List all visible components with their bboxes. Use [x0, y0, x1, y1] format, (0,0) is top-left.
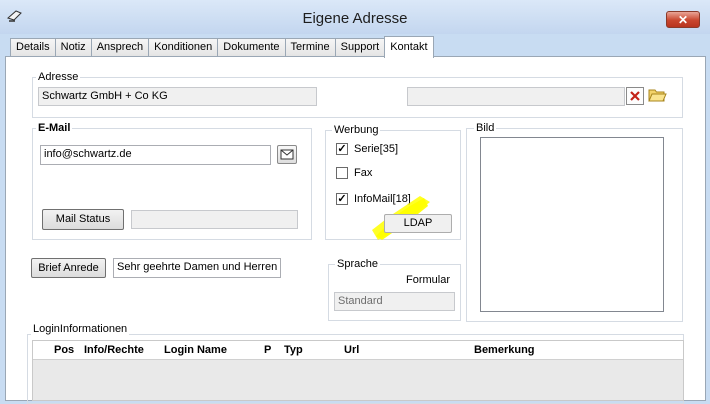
- serie-checkbox[interactable]: ✓: [336, 143, 348, 155]
- adresse-field[interactable]: Schwartz GmbH + Co KG: [38, 87, 317, 106]
- tab-details[interactable]: Details: [10, 38, 56, 57]
- infomail-checkbox[interactable]: ✓: [336, 193, 348, 205]
- tab-ansprech[interactable]: Ansprech: [90, 38, 150, 57]
- werbung-label: Werbung: [332, 124, 381, 136]
- serie-label: Serie[35]: [354, 143, 399, 155]
- tab-kontakt[interactable]: Kontakt: [384, 36, 434, 58]
- column-url[interactable]: Url: [344, 344, 359, 356]
- login-label: LoginInformationen: [31, 323, 130, 335]
- fax-label: Fax: [354, 167, 373, 179]
- brief-anrede-field[interactable]: Sehr geehrte Damen und Herren: [113, 258, 281, 278]
- tab-dokumente[interactable]: Dokumente: [217, 38, 286, 57]
- mail-status-button[interactable]: Mail Status: [42, 209, 124, 230]
- column-info-rechte[interactable]: Info/Rechte: [84, 344, 144, 356]
- ldap-button[interactable]: LDAP: [384, 214, 452, 233]
- column-bemerkung[interactable]: Bemerkung: [474, 344, 535, 356]
- mail-status-field: [131, 210, 298, 229]
- adresse-secondary-field[interactable]: [407, 87, 625, 106]
- column-login-name[interactable]: Login Name: [164, 344, 227, 356]
- close-button[interactable]: ✕: [666, 11, 700, 28]
- bild-label: Bild: [474, 122, 497, 134]
- formular-label: Formular: [406, 274, 451, 286]
- column-typ[interactable]: Typ: [284, 344, 303, 356]
- brief-anrede-button[interactable]: Brief Anrede: [31, 258, 106, 278]
- column-p[interactable]: P: [264, 344, 271, 356]
- clear-address-button[interactable]: [626, 87, 644, 105]
- open-folder-button[interactable]: [647, 86, 667, 104]
- send-mail-button[interactable]: [277, 145, 297, 164]
- window-title: Eigene Adresse: [302, 10, 408, 27]
- tab-termine[interactable]: Termine: [284, 38, 336, 57]
- tab-bar: Details Notiz Ansprech Konditionen Dokum…: [10, 36, 434, 58]
- email-label: E-Mail: [36, 122, 73, 134]
- envelope-icon: [280, 149, 294, 160]
- bild-image-box[interactable]: [480, 137, 664, 312]
- sprache-select[interactable]: Standard: [334, 292, 455, 311]
- sprache-label: Sprache: [335, 258, 380, 270]
- tab-support[interactable]: Support: [334, 38, 386, 57]
- folder-icon: [648, 89, 667, 102]
- adresse-label: Adresse: [36, 71, 81, 83]
- tab-notiz[interactable]: Notiz: [54, 38, 92, 57]
- red-x-icon: [630, 91, 640, 101]
- column-pos[interactable]: Pos: [54, 344, 74, 356]
- tab-konditionen[interactable]: Konditionen: [148, 38, 219, 57]
- email-field[interactable]: info@schwartz.de: [40, 145, 271, 165]
- close-icon: ✕: [677, 13, 689, 27]
- fax-checkbox[interactable]: [336, 167, 348, 179]
